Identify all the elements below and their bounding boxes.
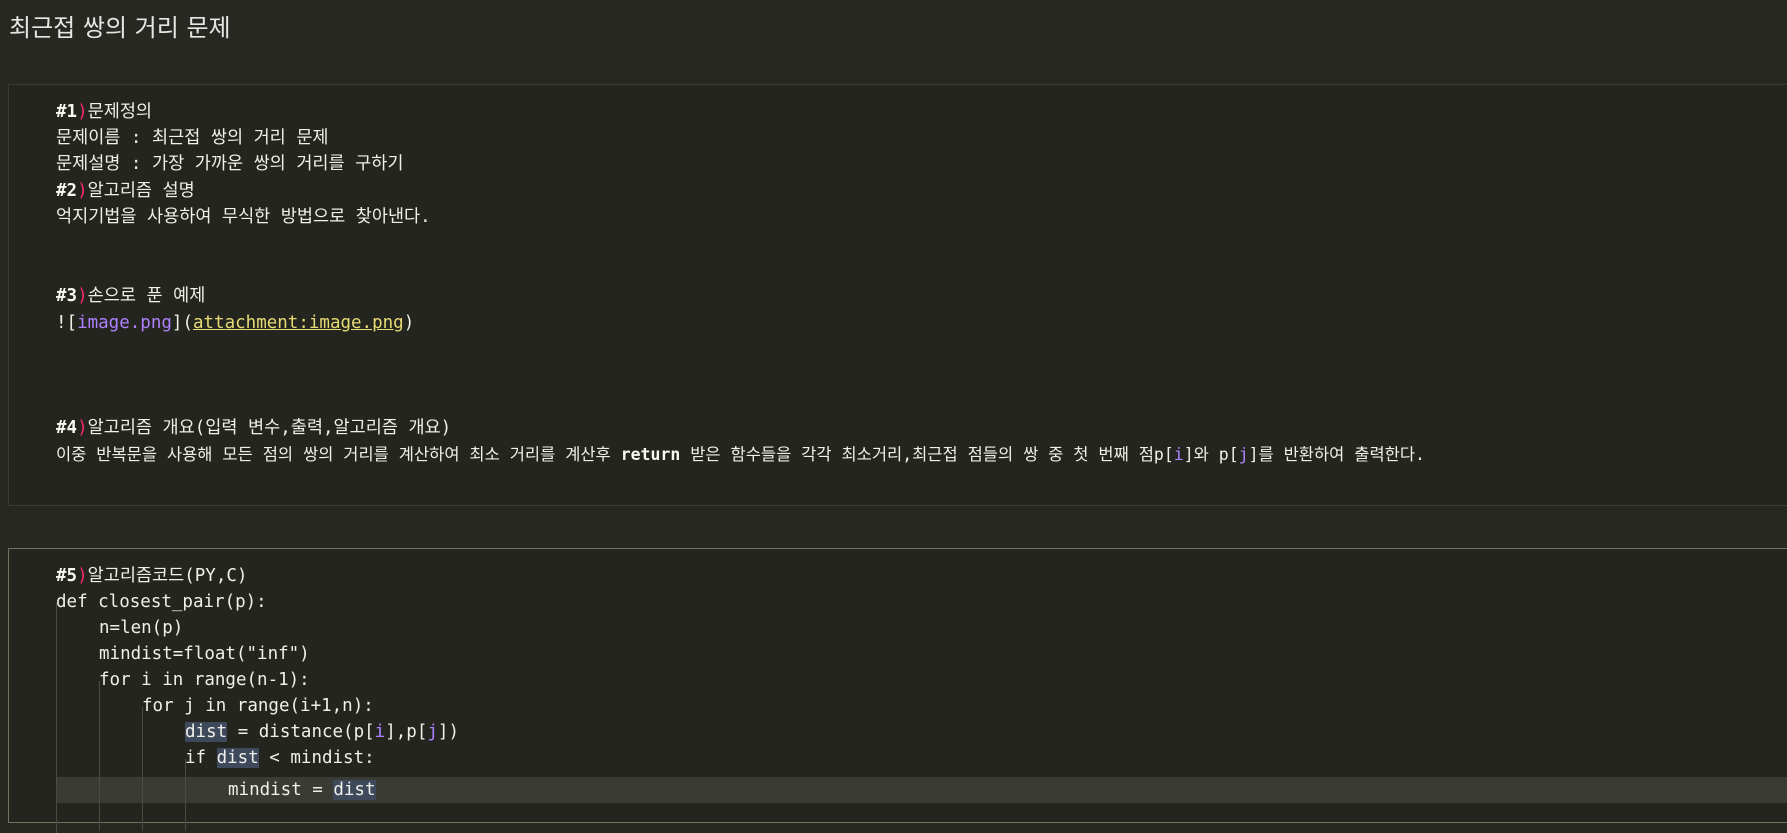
image-markdown-line: ![image.png](attachment:image.png): [56, 310, 414, 336]
heading-3-text: 손으로 푼 예제: [87, 286, 206, 306]
overview-return: return: [620, 445, 681, 464]
heading-3-marker: #3: [56, 286, 78, 306]
markdown-cell[interactable]: #1)문제정의 문제이름 : 최근접 쌍의 거리 문제 문제설명 : 가장 가까…: [8, 84, 1787, 506]
overview-text-a: 이중 반복문을 사용해 모든 점의 쌍의 거리를 계산하여 최소 거리를 계산후: [56, 445, 621, 464]
heading-3-paren: ): [77, 286, 88, 306]
dist-var-highlight: dist: [185, 722, 228, 742]
overview-p2-open: p[: [1218, 445, 1239, 464]
indent-guide-1: [56, 603, 57, 833]
problem-name-line: 문제이름 : 최근접 쌍의 거리 문제: [56, 128, 329, 148]
code-cell[interactable]: #5)알고리즘코드(PY,C) def closest_pair(p): n=l…: [8, 548, 1787, 833]
if-keyword: if: [185, 748, 217, 768]
heading-1-paren: ): [77, 102, 88, 122]
heading-5-text: 알고리즘코드(PY,C): [87, 566, 248, 586]
code-line-n: n=len(p): [99, 618, 184, 638]
heading-4-marker: #4: [56, 418, 78, 438]
code-line-mindist: mindist=float("inf"): [99, 644, 310, 664]
image-bang: ![: [56, 313, 78, 333]
heading-4-paren: ): [77, 418, 88, 438]
overview-and: 와: [1193, 445, 1219, 464]
overview-i: i: [1173, 445, 1184, 464]
image-end: ): [403, 313, 415, 333]
heading-1-text: 문제정의: [87, 102, 153, 122]
heading-2-text: 알고리즘 설명: [87, 181, 195, 201]
dist-rest-c: ]): [437, 722, 459, 742]
if-dist-highlight: dist: [216, 748, 259, 768]
heading-2-paren: ): [77, 181, 88, 201]
indent-guide-2: [99, 681, 100, 831]
algorithm-desc-line: 억지기법을 사용하여 무식한 방법으로 찾아낸다.: [56, 207, 431, 227]
code-line-def: def closest_pair(p):: [56, 592, 267, 612]
heading-1-marker: #1: [56, 102, 78, 122]
dist-rest-b: ],p[: [385, 722, 428, 742]
heading-5-marker: #5: [56, 566, 78, 586]
overview-text-b: 받은 함수들을 각각 최소거리,최근접 점들의 쌍 중 첫 번째 점: [680, 445, 1154, 464]
overview-j: j: [1238, 445, 1249, 464]
dist-j: j: [427, 722, 438, 742]
code-line-for-j: for j in range(i+1,n):: [142, 696, 374, 716]
problem-desc-line: 문제설명 : 가장 가까운 쌍의 거리를 구하기: [56, 154, 404, 174]
heading-3-line: #3)손으로 푼 예제: [56, 283, 205, 309]
page-title: 최근접 쌍의 거리 문제: [9, 14, 231, 42]
indent-guide-3: [142, 707, 143, 831]
assign-text: mindist =: [228, 780, 334, 800]
overview-text-c: 를 반환하여 출력한다.: [1258, 445, 1425, 464]
image-attachment-link[interactable]: attachment:image.png: [193, 313, 404, 333]
heading-1-line: #1)문제정의: [56, 99, 152, 125]
overview-p-open: p[: [1153, 445, 1174, 464]
code-line-for-i: for i in range(n-1):: [99, 670, 310, 690]
if-rest: < mindist:: [258, 748, 375, 768]
code-line-assign[interactable]: mindist = dist: [228, 777, 376, 803]
heading-2-marker: #2: [56, 181, 78, 201]
dist-i: i: [374, 722, 386, 742]
heading-2-line: #2)알고리즘 설명: [56, 178, 195, 204]
overview-p2-close: ]: [1248, 445, 1259, 464]
heading-5-line: #5)알고리즘코드(PY,C): [56, 563, 247, 589]
overview-p-close: ]: [1183, 445, 1194, 464]
overview-line: 이중 반복문을 사용해 모든 점의 쌍의 거리를 계산하여 최소 거리를 계산후…: [56, 442, 1425, 468]
dist-rest-a: = distance(p[: [227, 722, 375, 742]
heading-4-text: 알고리즘 개요(입력 변수,출력,알고리즘 개요): [87, 418, 452, 438]
code-line-if: if dist < mindist:: [185, 745, 375, 771]
heading-4-line: #4)알고리즘 개요(입력 변수,출력,알고리즘 개요): [56, 415, 451, 441]
heading-5-paren: ): [77, 566, 88, 586]
assign-dist-highlight: dist: [333, 780, 376, 800]
image-alt-text: image.png: [77, 313, 172, 333]
code-line-dist: dist = distance(p[i],p[j]): [185, 719, 459, 745]
image-mid: ](: [171, 313, 193, 333]
